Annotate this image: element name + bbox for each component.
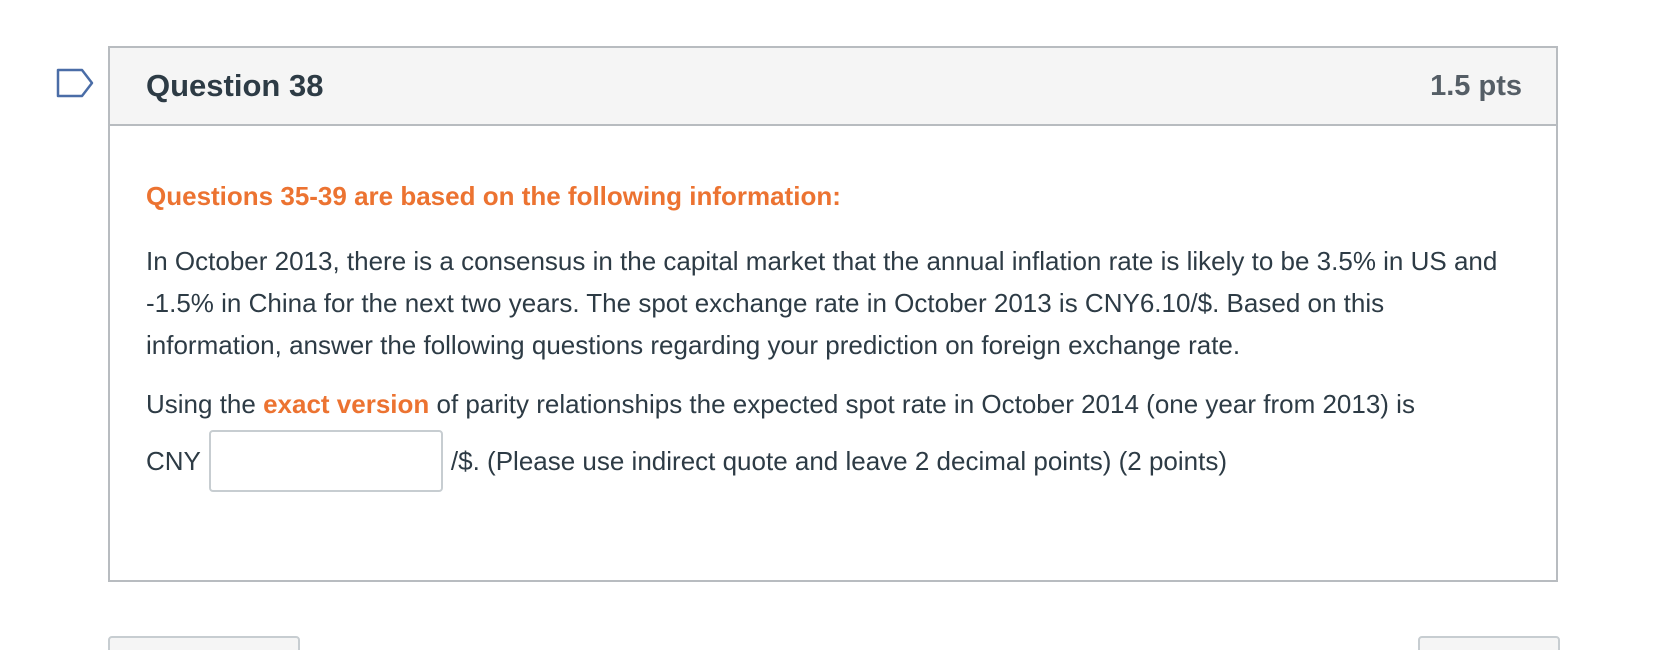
prompt-highlight: exact version (263, 389, 430, 419)
prompt-text-after: of parity relationships the expected spo… (429, 389, 1415, 419)
next-button[interactable] (1418, 636, 1560, 650)
question-card: Question 38 1.5 pts Questions 35-39 are … (108, 46, 1558, 582)
question-header: Question 38 1.5 pts (110, 48, 1556, 126)
answer-suffix: /$. (Please use indirect quote and leave… (450, 445, 1228, 476)
previous-button[interactable] (108, 636, 300, 650)
answer-prefix: CNY (146, 445, 201, 476)
info-heading: Questions 35-39 are based on the followi… (146, 181, 841, 211)
answer-line: CNY /$. (Please use indirect quote and l… (146, 430, 1520, 492)
question-title: Question 38 (146, 68, 324, 103)
quiz-page: Question 38 1.5 pts Questions 35-39 are … (0, 0, 1666, 650)
flag-question-icon[interactable] (56, 68, 94, 98)
answer-input[interactable] (208, 430, 443, 492)
prompt-text-before: Using the (146, 389, 264, 419)
question-body: Questions 35-39 are based on the followi… (110, 126, 1556, 492)
info-paragraph: In October 2013, there is a consensus in… (146, 246, 1498, 360)
question-prompt: Using the exact version of parity relati… (146, 384, 1520, 424)
question-points: 1.5 pts (1430, 69, 1522, 102)
